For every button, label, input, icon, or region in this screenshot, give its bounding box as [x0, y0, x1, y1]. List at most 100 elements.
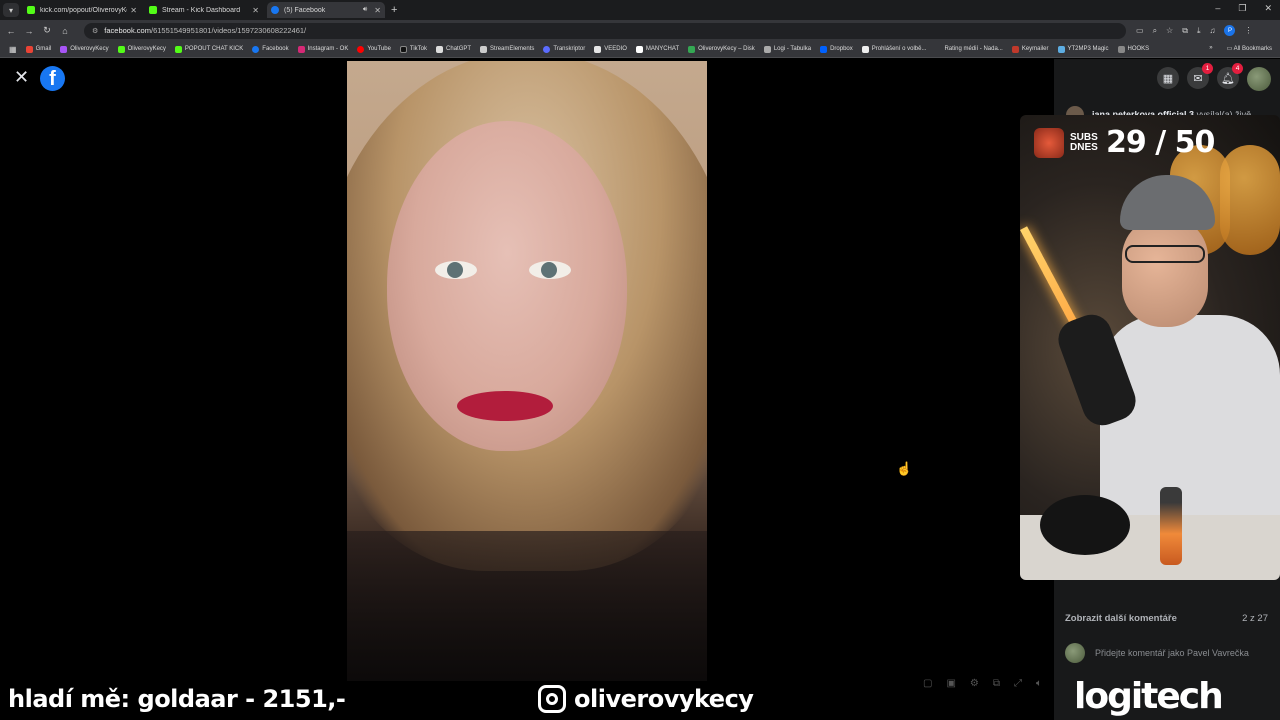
home-icon[interactable]: ⌂ — [56, 26, 74, 36]
video-frame-body — [347, 531, 707, 681]
commenter-avatar — [1065, 643, 1085, 663]
captions-icon[interactable]: ▢ — [923, 678, 932, 689]
video-player[interactable] — [347, 61, 707, 681]
bookmark-star-icon[interactable]: ☆ — [1166, 26, 1173, 35]
tab-facebook[interactable]: (5) Facebook 🔊︎ ✕ — [267, 2, 385, 18]
video-frame-eye — [435, 261, 477, 279]
account-avatar[interactable] — [1247, 67, 1271, 91]
url-field[interactable]: ⚙︎ facebook.com/61551549951801/videos/15… — [84, 22, 1126, 39]
media-control-icon[interactable]: ♫ — [1209, 26, 1215, 35]
bookmark-youtube[interactable]: YouTube — [357, 45, 391, 53]
bookmark-drive[interactable]: OliverovyKecy – Disk — [688, 45, 755, 53]
bookmark-hooks[interactable]: HOOKS — [1117, 45, 1149, 53]
close-tab-icon[interactable]: ✕ — [252, 6, 259, 15]
messenger-icon[interactable]: ✉ 1 — [1187, 63, 1213, 89]
bookmark-oliverovykecy-kick[interactable]: OliverovyKecy — [117, 45, 166, 53]
apps-icon[interactable]: ▦ — [9, 45, 17, 54]
bookmark-transkriptor[interactable]: Transkriptor — [543, 45, 585, 53]
tab-kick-popout[interactable]: kick.com/popout/OliverovyKecy ✕ — [23, 2, 141, 18]
subs-count: 29 / 50 — [1106, 125, 1215, 160]
bookmark-rating-medii[interactable]: Rating médií - Nada... — [944, 46, 1002, 52]
reload-icon[interactable]: ↻ — [38, 25, 56, 36]
fullscreen-icon[interactable]: ⤢ — [1014, 678, 1022, 689]
instagram-handle: oliverovykecy — [538, 685, 754, 713]
tab-kick-dashboard[interactable]: Stream - Kick Dashboard ✕ — [145, 2, 263, 18]
close-viewer-icon[interactable]: ✕ — [14, 68, 29, 86]
kick-favicon-icon — [149, 6, 157, 14]
facebook-favicon-icon — [271, 6, 279, 14]
bookmark-manychat[interactable]: MANYCHAT — [635, 45, 679, 53]
notifications-bell-icon[interactable]: 🔔︎ 4 — [1217, 63, 1243, 89]
comment-composer[interactable]: Přidejte komentář jako Pavel Vavrečka — [1065, 642, 1270, 664]
bookmark-logi-tabulka[interactable]: Logi - Tabulka — [763, 45, 811, 53]
mic-stand — [1040, 495, 1130, 555]
close-tab-icon[interactable]: ✕ — [130, 6, 137, 15]
menu-grid-icon[interactable]: ▦ — [1157, 67, 1179, 89]
bookmark-prohlaseni[interactable]: Prohlášení o volbě... — [861, 45, 926, 53]
bookmarks-overflow: » ▭ All Bookmarks — [1209, 45, 1272, 52]
streamer-shirt — [1100, 315, 1280, 545]
cast-icon[interactable]: ▭ — [1136, 26, 1144, 35]
minimize-icon[interactable]: – — [1215, 3, 1220, 14]
bookmark-instagram[interactable]: Instagram - OK — [297, 45, 348, 53]
bookmarks-more-icon[interactable]: » — [1209, 45, 1212, 52]
toolbar-actions: ▭ ⌕ ☆ ⧉ ⤓ ♫ P ⋮ — [1136, 25, 1252, 36]
streamer-glasses — [1125, 245, 1205, 263]
bookmark-streamelements[interactable]: StreamElements — [480, 45, 534, 53]
volume-icon[interactable]: 🔈︎ — [1036, 678, 1042, 689]
bookmark-tiktok[interactable]: TikTok — [399, 45, 427, 53]
bookmark-dropbox[interactable]: Dropbox — [820, 45, 853, 53]
bookmark-facebook[interactable]: Facebook — [252, 45, 289, 53]
bookmark-oliverovykecy[interactable]: OliverovyKecy — [60, 45, 109, 53]
extensions-icon[interactable]: ⧉ — [1182, 26, 1188, 36]
video-control-icons: ▢ ▣ ⚙ ⧉ ⤢ 🔈︎ — [923, 678, 1042, 689]
site-info-icon[interactable]: ⚙︎ — [92, 27, 98, 35]
pip-icon[interactable]: ⧉ — [993, 678, 1000, 689]
comment-count: 2 z 27 — [1242, 613, 1268, 624]
zoom-icon[interactable]: ⌕ — [1153, 26, 1157, 36]
comment-input[interactable]: Přidejte komentář jako Pavel Vavrečka — [1095, 648, 1249, 658]
subs-label: SUBS DNES — [1070, 131, 1098, 153]
settings-icon[interactable]: ⚙ — [970, 678, 979, 689]
profile-avatar[interactable]: P — [1224, 25, 1236, 36]
water-bottle — [1160, 487, 1182, 565]
subs-mascot-icon — [1034, 127, 1064, 158]
logitech-logo: logitech — [1074, 676, 1224, 717]
bookmark-yt2mp3[interactable]: YT2MP3 Magic — [1057, 45, 1109, 53]
bookmark-popout-chat[interactable]: POPOUT CHAT KICK — [174, 45, 243, 53]
close-window-icon[interactable]: ✕ — [1264, 3, 1272, 14]
new-tab-button[interactable]: + — [391, 4, 397, 16]
more-comments-link[interactable]: Zobrazit další komentáře — [1065, 613, 1177, 624]
notifications-badge: 4 — [1232, 63, 1243, 74]
tab-strip: ▾ kick.com/popout/OliverovyKecy ✕ Stream… — [0, 0, 1280, 20]
menu-icon[interactable]: ⋮ — [1244, 26, 1252, 35]
back-icon[interactable]: ← — [2, 26, 20, 36]
bookmark-gmail[interactable]: Gmail — [25, 45, 51, 53]
all-bookmarks-button[interactable]: ▭ All Bookmarks — [1227, 45, 1272, 52]
close-tab-icon[interactable]: ✕ — [374, 6, 381, 15]
video-frame-eye — [529, 261, 571, 279]
download-icon[interactable]: ⤓ — [1197, 26, 1201, 36]
window-controls: – ❐ ✕ — [1215, 3, 1272, 14]
address-bar-row: ← → ↻ ⌂ ⚙︎ facebook.com/61551549951801/v… — [0, 20, 1280, 41]
bookmarks-bar: ▦ Gmail OliverovyKecy OliverovyKecy POPO… — [0, 41, 1280, 58]
video-frame-lips — [457, 391, 553, 421]
facebook-logo-icon[interactable]: f — [40, 66, 65, 91]
maximize-icon[interactable]: ❐ — [1238, 3, 1246, 14]
facebook-top-actions: ▦ ✉ 1 🔔︎ 4 — [1157, 63, 1271, 91]
audio-playing-icon[interactable]: 🔊︎ — [363, 6, 367, 14]
bookmark-keymailer[interactable]: Keymailer — [1011, 45, 1049, 53]
video-frame-face — [387, 121, 627, 451]
hand-cursor-icon: ☝ — [896, 461, 913, 476]
streamer-head — [1122, 217, 1208, 327]
streamer-beanie — [1120, 175, 1215, 230]
donation-ticker: hladí mě: goldaar - 2151,- — [8, 685, 346, 713]
kick-favicon-icon — [27, 6, 35, 14]
tab-search-button[interactable]: ▾ — [3, 3, 19, 17]
subs-counter: SUBS DNES 29 / 50 — [1034, 125, 1215, 160]
forward-icon[interactable]: → — [20, 26, 38, 36]
bookmark-chatgpt[interactable]: ChatGPT — [436, 45, 471, 53]
messenger-badge: 1 — [1202, 63, 1213, 74]
bookmark-veedio[interactable]: VEEDIO — [594, 45, 627, 53]
miniplayer-icon[interactable]: ▣ — [946, 678, 955, 689]
